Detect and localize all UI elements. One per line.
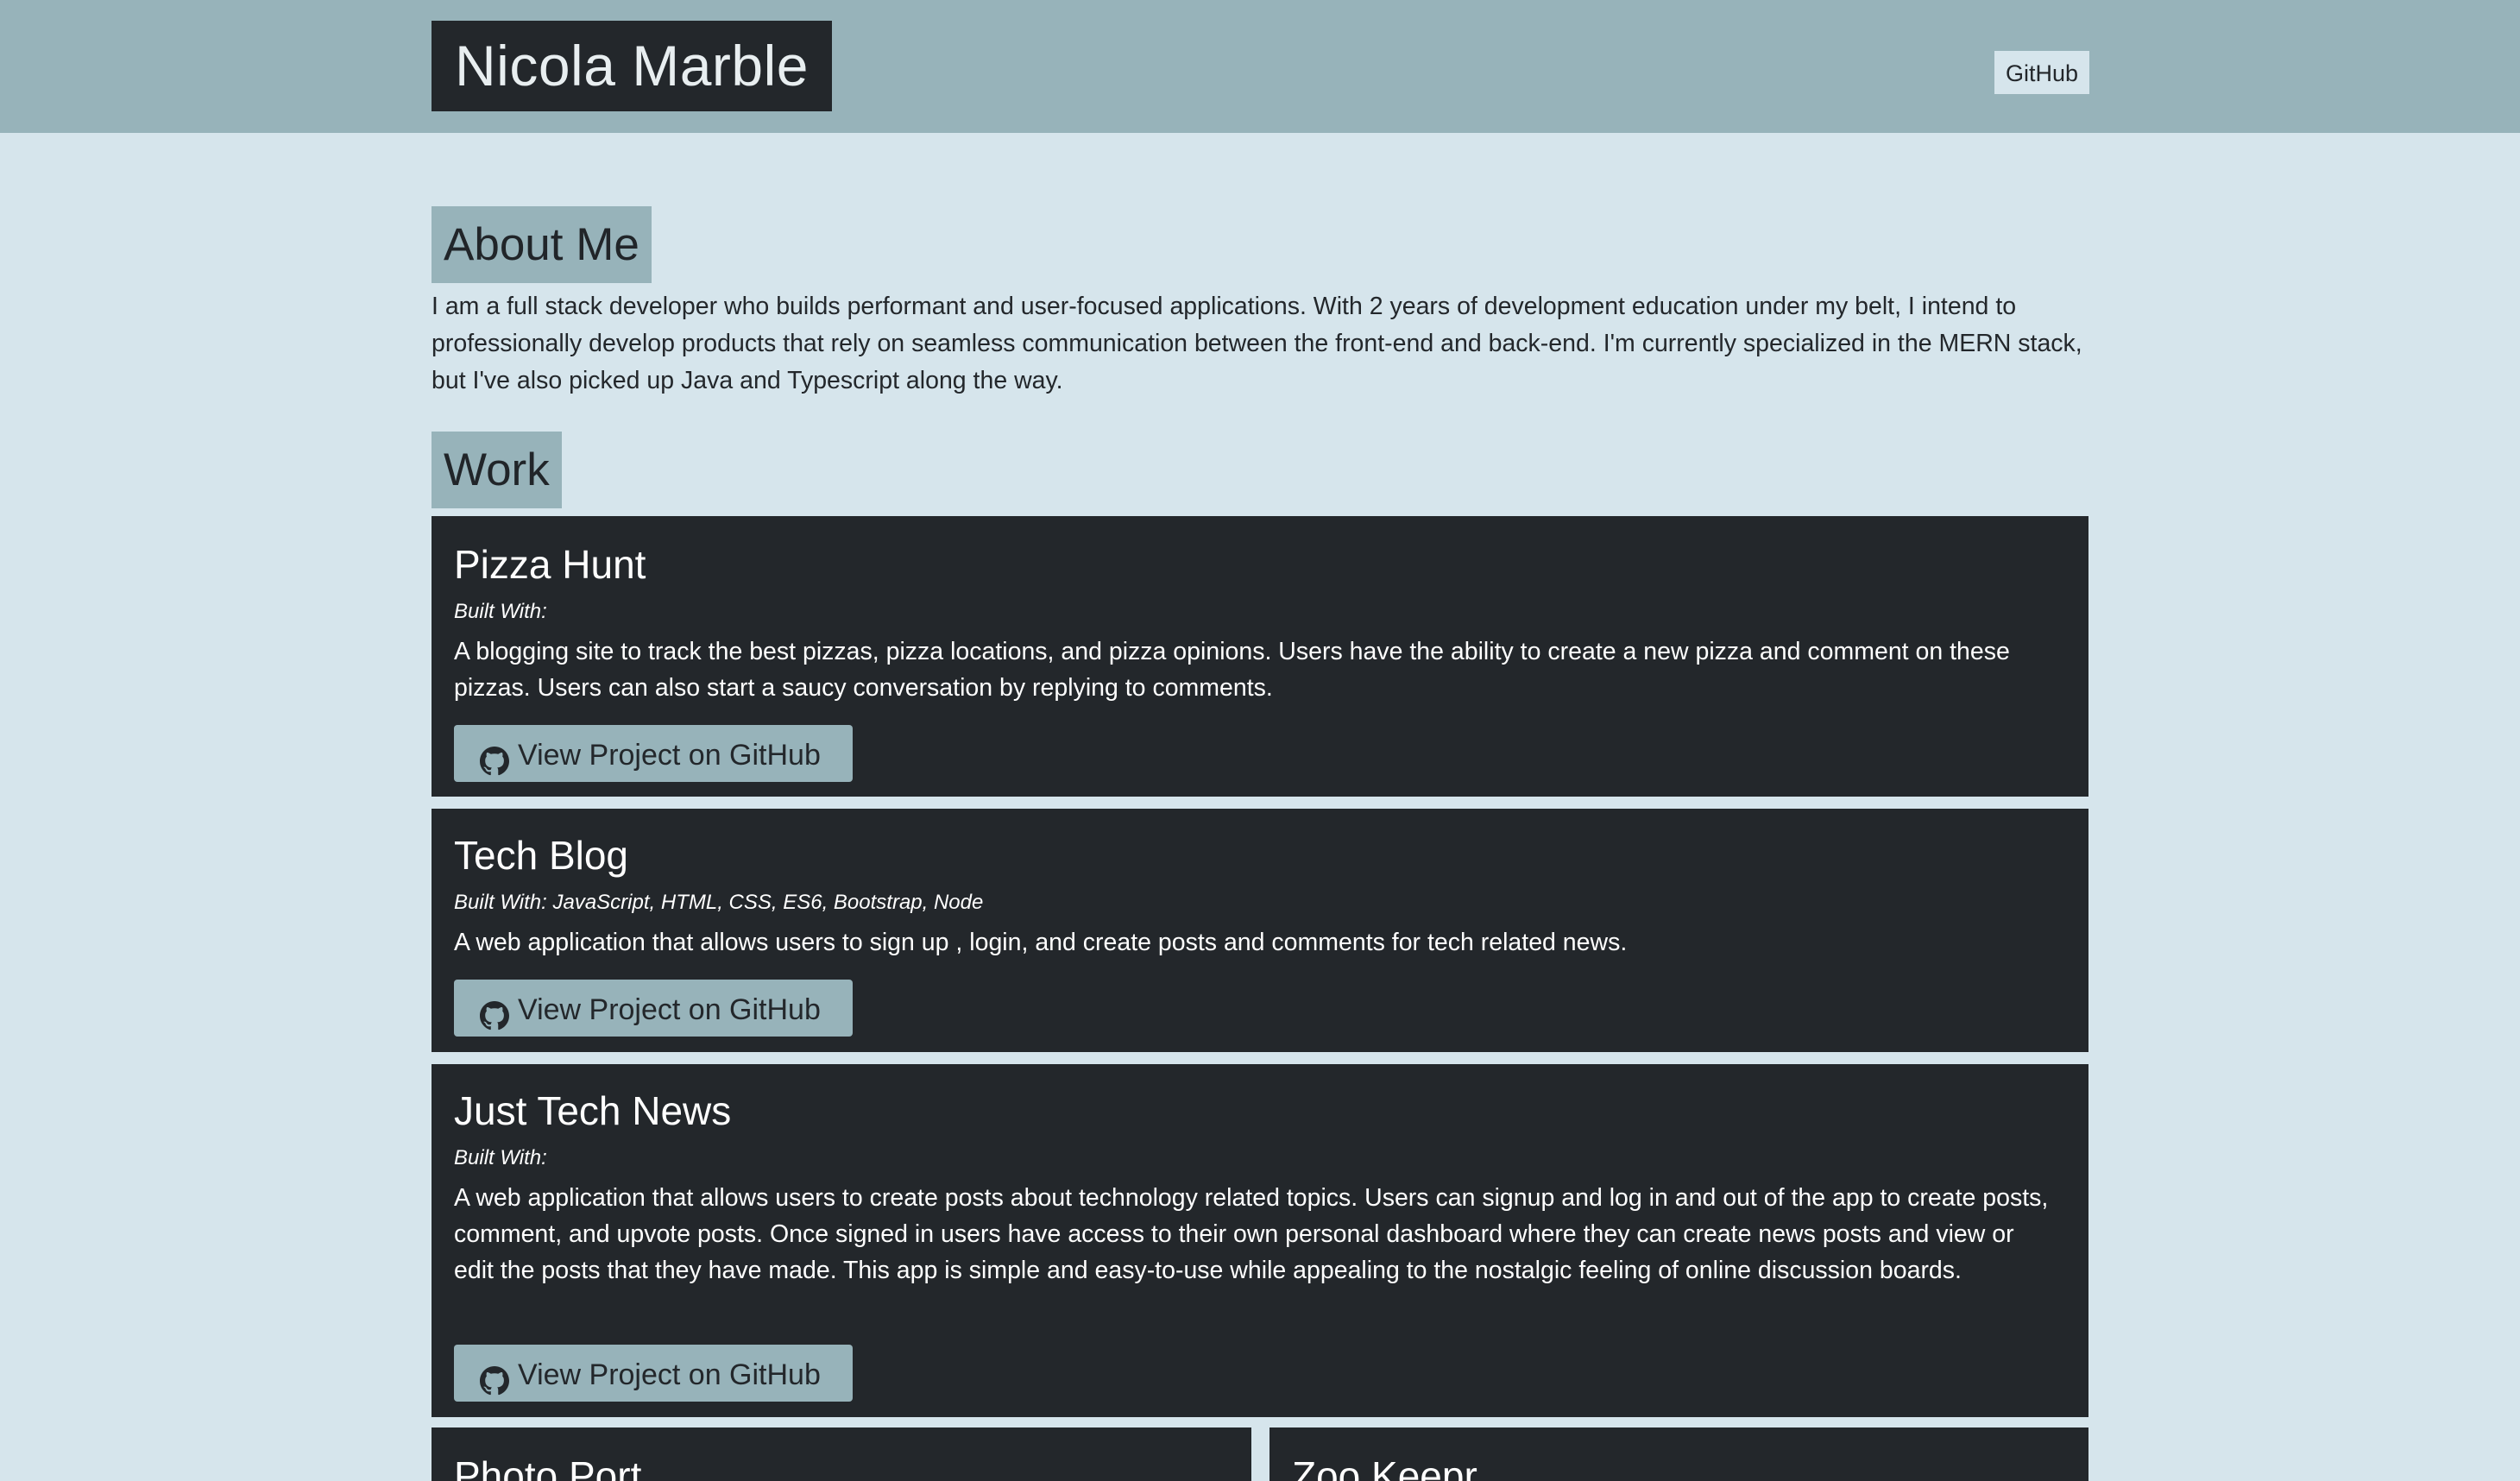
project-title: Just Tech News <box>454 1088 732 1133</box>
view-project-button[interactable]: View Project on GitHub <box>454 980 853 1037</box>
project-title: Tech Blog <box>454 833 629 878</box>
project-card-tech-blog: Tech Blog Built With: JavaScript, HTML, … <box>432 809 2088 1052</box>
project-built-with: Built With: JavaScript, HTML, CSS, ES6, … <box>454 891 984 914</box>
view-project-button[interactable]: View Project on GitHub <box>454 1345 853 1402</box>
project-card-photo-port: Photo Port <box>432 1427 1251 1481</box>
project-card-pizza-hunt: Pizza Hunt Built With: A blogging site t… <box>432 516 2088 797</box>
github-icon <box>480 993 509 1030</box>
project-built-with: Built With: <box>454 600 547 623</box>
project-card-zoo-keepr: Zoo Keepr <box>1269 1427 2088 1481</box>
about-heading: About Me <box>432 206 652 283</box>
project-card-just-tech-news: Just Tech News Built With: A web applica… <box>432 1064 2088 1417</box>
view-project-label: View Project on GitHub <box>518 1358 821 1392</box>
view-project-label: View Project on GitHub <box>518 739 821 772</box>
project-title: Zoo Keepr <box>1292 1453 1477 1481</box>
github-icon <box>480 738 509 776</box>
project-description: A web application that allows users to s… <box>454 929 1628 956</box>
about-text: I am a full stack developer who builds p… <box>432 293 2082 394</box>
nav-github-link[interactable]: GitHub <box>1994 51 2089 94</box>
project-title: Pizza Hunt <box>454 542 646 587</box>
site-brand[interactable]: Nicola Marble <box>432 21 832 111</box>
github-icon <box>480 1358 509 1396</box>
project-built-with: Built With: <box>454 1146 547 1169</box>
view-project-button[interactable]: View Project on GitHub <box>454 725 853 782</box>
work-heading: Work <box>432 432 562 508</box>
view-project-label: View Project on GitHub <box>518 993 821 1027</box>
project-description: A web application that allows users to c… <box>454 1184 2049 1284</box>
site-header: Nicola Marble GitHub <box>0 0 2520 133</box>
project-description: A blogging site to track the best pizzas… <box>454 638 2010 702</box>
project-title: Photo Port <box>454 1453 642 1481</box>
